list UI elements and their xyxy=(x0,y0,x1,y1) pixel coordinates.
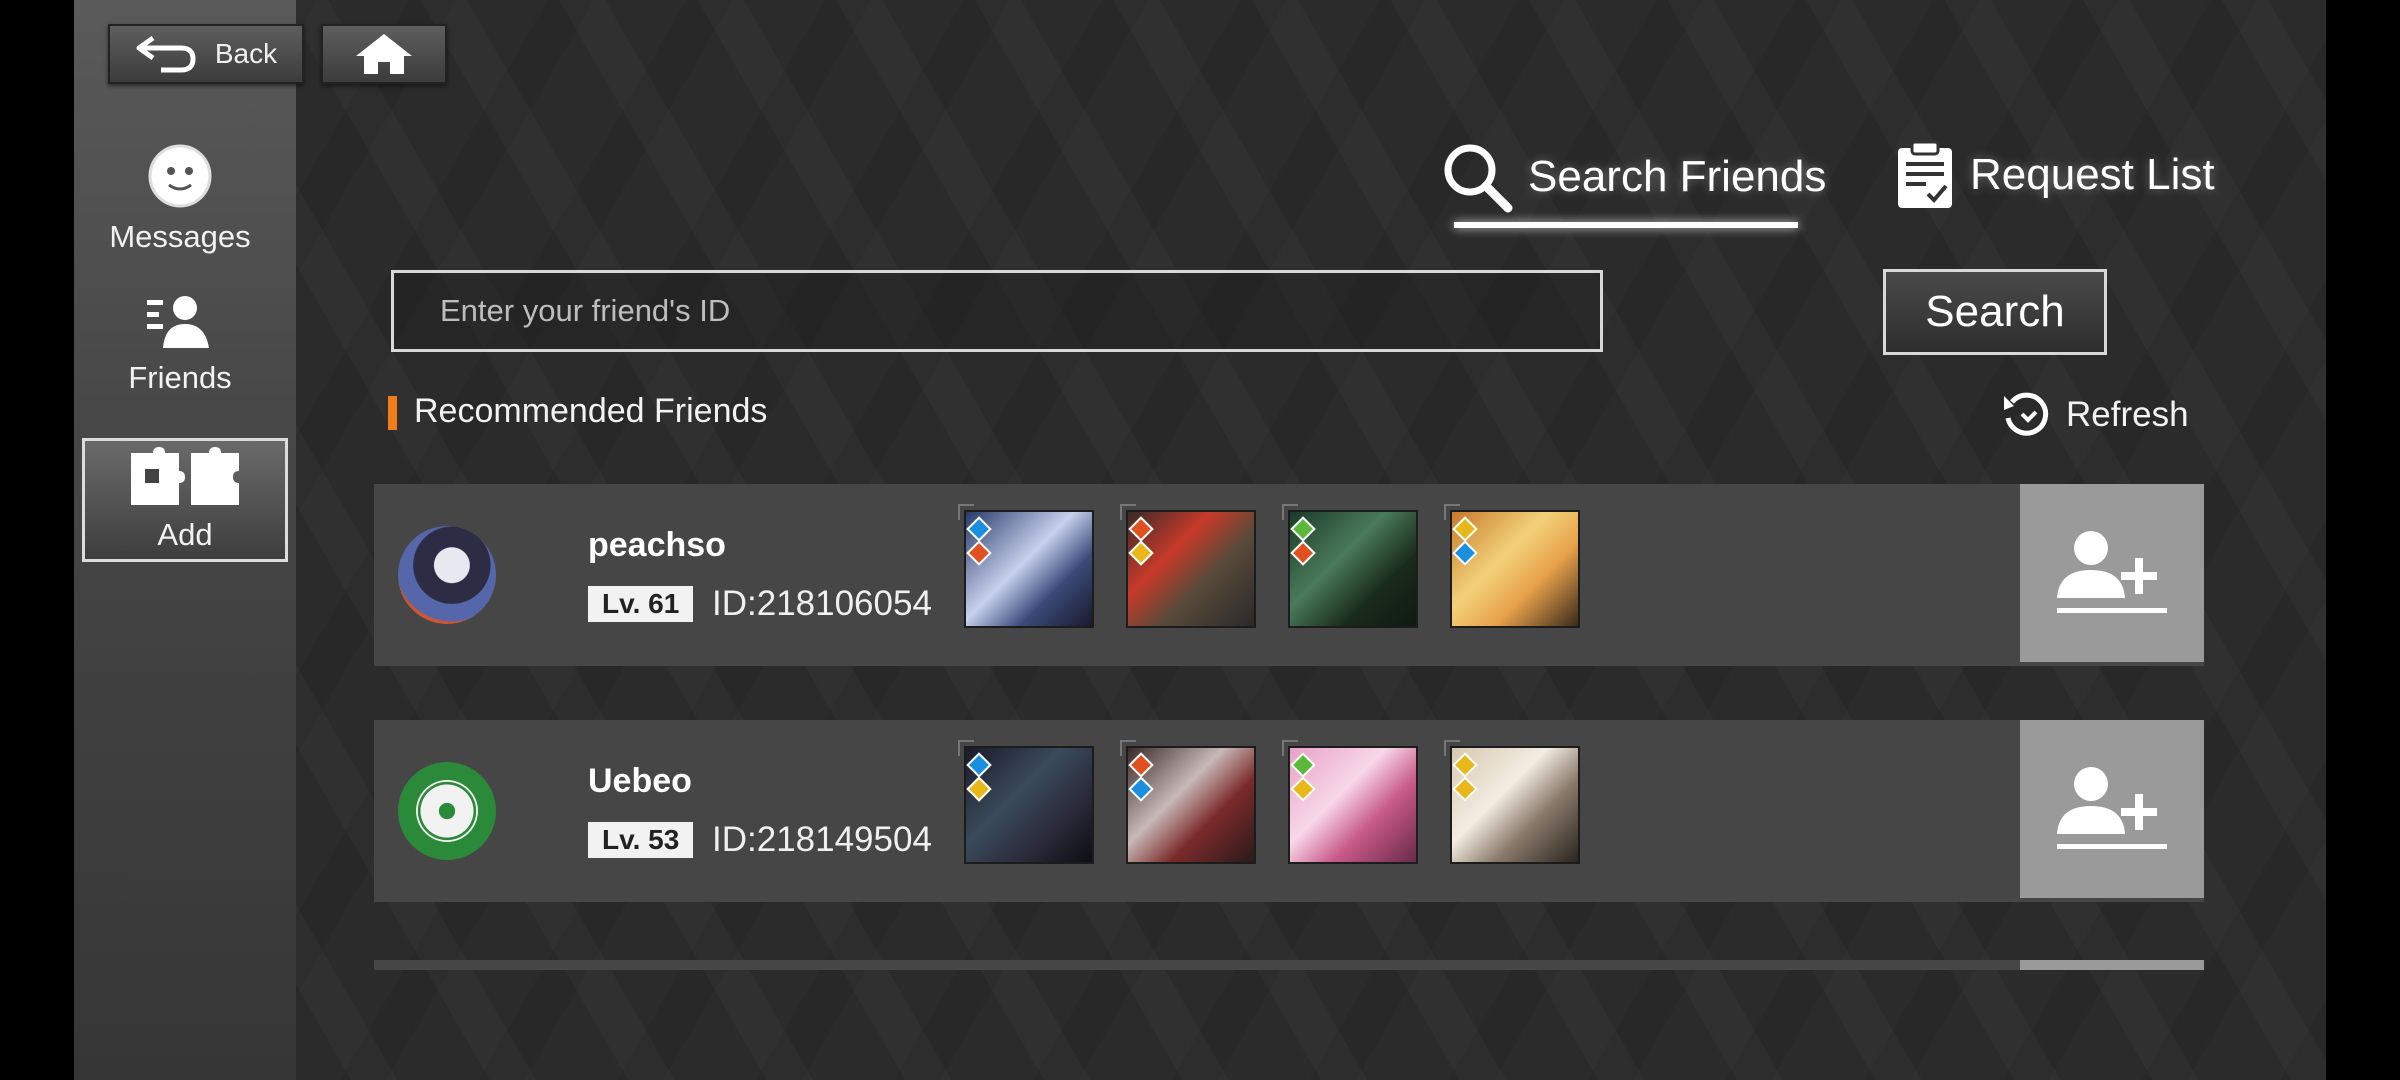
add-friend-button[interactable] xyxy=(2020,484,2204,662)
card-corner xyxy=(1120,740,1136,756)
add-user-icon xyxy=(2057,531,2167,613)
add-user-icon xyxy=(2057,767,2167,849)
friend-id-input[interactable] xyxy=(391,270,1603,352)
player-id: ID:218149504 xyxy=(712,820,932,859)
tab-label: Request List xyxy=(1970,150,2215,199)
search-button-label: Search xyxy=(1925,287,2065,336)
team-character-card[interactable] xyxy=(1282,504,1418,628)
back-label: Back xyxy=(214,38,278,69)
team-character-card[interactable] xyxy=(1444,504,1580,628)
refresh-label: Refresh xyxy=(2066,395,2189,434)
element-icon xyxy=(1128,516,1154,542)
home-icon xyxy=(356,34,412,74)
element-icon xyxy=(1128,776,1154,802)
element-icon xyxy=(1128,752,1154,778)
section-accent-bar xyxy=(388,396,397,430)
friend-row: Uebeo Lv. 53 ID:218149504 xyxy=(374,720,2204,902)
element-icon xyxy=(1452,752,1478,778)
element-icon xyxy=(1290,752,1316,778)
element-icon xyxy=(1452,776,1478,802)
card-corner xyxy=(1120,504,1136,520)
card-corner xyxy=(1282,740,1298,756)
team-character-card[interactable] xyxy=(958,740,1094,864)
card-corner xyxy=(958,740,974,756)
sidebar-item-add[interactable]: Add xyxy=(82,438,288,562)
element-icon xyxy=(966,752,992,778)
sidebar: Messages Friends Add xyxy=(74,0,296,1080)
friend-row-partial xyxy=(374,960,2204,970)
team-character-card[interactable] xyxy=(1120,504,1256,628)
card-corner xyxy=(958,504,974,520)
player-id: ID:218106054 xyxy=(712,584,932,623)
back-button[interactable]: Back xyxy=(108,24,304,84)
active-tab-indicator xyxy=(1454,222,1798,228)
avatar[interactable] xyxy=(398,762,496,860)
clipboard-icon xyxy=(1898,140,1952,208)
sidebar-item-label: Friends xyxy=(128,360,232,395)
element-icon xyxy=(1128,540,1154,566)
friend-row: peachso Lv. 61 ID:218106054 xyxy=(374,484,2204,666)
sidebar-item-friends[interactable]: Friends xyxy=(82,284,278,404)
refresh-button[interactable]: Refresh xyxy=(2000,390,2189,440)
tab-request-list[interactable]: Request List xyxy=(1894,140,2215,210)
card-corner xyxy=(1444,504,1460,520)
team-character-card[interactable] xyxy=(1282,740,1418,864)
element-icon xyxy=(1290,540,1316,566)
home-button[interactable] xyxy=(321,24,447,84)
element-icon xyxy=(966,516,992,542)
friends-icon xyxy=(147,296,209,348)
refresh-icon xyxy=(2004,392,2049,436)
element-icon xyxy=(1452,516,1478,542)
add-friend-button[interactable] xyxy=(2020,720,2204,898)
avatar[interactable] xyxy=(398,526,496,624)
level-badge: Lv. 61 xyxy=(588,586,694,622)
team-character-card[interactable] xyxy=(958,504,1094,628)
search-button[interactable]: Search xyxy=(1883,269,2107,355)
player-name: peachso xyxy=(588,526,726,564)
card-corner xyxy=(1282,504,1298,520)
back-arrow-icon xyxy=(136,35,196,73)
element-icon xyxy=(1290,776,1316,802)
smiley-icon xyxy=(148,144,212,208)
team-character-card[interactable] xyxy=(1444,740,1580,864)
sidebar-item-label: Add xyxy=(157,517,213,552)
player-name: Uebeo xyxy=(588,762,692,800)
sidebar-item-messages[interactable]: Messages xyxy=(82,138,278,258)
friends-screen: Messages Friends Add Back Search Friends… xyxy=(74,0,2326,1080)
card-corner xyxy=(1444,740,1460,756)
puzzle-icon xyxy=(131,447,239,505)
element-icon xyxy=(1290,516,1316,542)
search-icon xyxy=(1444,144,1513,213)
sidebar-item-label: Messages xyxy=(109,219,251,254)
add-friend-button[interactable] xyxy=(2020,960,2204,970)
team-character-card[interactable] xyxy=(1120,740,1256,864)
tab-search-friends[interactable]: Search Friends xyxy=(1440,140,1826,214)
section-title: Recommended Friends xyxy=(414,392,768,430)
element-icon xyxy=(966,776,992,802)
element-icon xyxy=(966,540,992,566)
level-badge: Lv. 53 xyxy=(588,822,694,858)
element-icon xyxy=(1452,540,1478,566)
tab-label: Search Friends xyxy=(1528,152,1827,201)
